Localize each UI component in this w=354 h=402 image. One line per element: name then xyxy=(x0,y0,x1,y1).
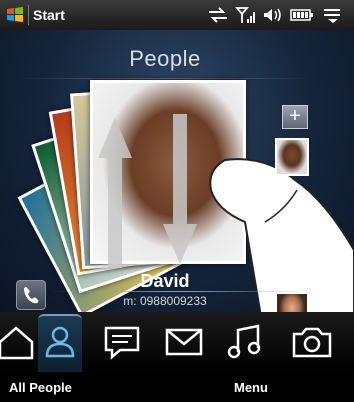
start-button[interactable]: Start xyxy=(33,7,65,23)
arrow-up-icon xyxy=(98,118,132,268)
contact-name: David xyxy=(140,271,190,291)
name-divider xyxy=(50,291,310,292)
people-panel: People + David m: 0988009233 xyxy=(0,30,354,312)
music-icon xyxy=(227,324,261,359)
favorite-contact-thumbnail[interactable] xyxy=(275,138,309,176)
menu-icon[interactable] xyxy=(322,6,344,24)
tab-bar xyxy=(0,312,354,374)
tab-mail[interactable] xyxy=(162,320,206,364)
home-icon xyxy=(0,326,34,360)
softkey-all-people[interactable]: All People xyxy=(9,380,72,395)
softkey-menu[interactable]: Menu xyxy=(234,380,268,395)
camera-icon xyxy=(292,327,332,358)
arrow-down-icon xyxy=(163,114,197,264)
battery-icon[interactable] xyxy=(290,6,314,24)
softkey-bar: All People Menu xyxy=(0,374,354,402)
mail-icon xyxy=(165,328,203,356)
tab-people[interactable] xyxy=(38,314,82,372)
sync-icon[interactable] xyxy=(207,6,229,24)
person-icon xyxy=(45,326,75,358)
tab-music[interactable] xyxy=(224,320,268,364)
status-divider xyxy=(28,5,29,25)
title-divider xyxy=(20,78,310,79)
contact-phone[interactable]: m: 0988009233 xyxy=(0,294,330,308)
message-icon xyxy=(104,326,140,360)
tab-photos[interactable] xyxy=(290,320,334,364)
page-title: People xyxy=(129,46,201,71)
tab-messages[interactable] xyxy=(100,320,144,364)
tab-home[interactable] xyxy=(0,320,38,364)
windows-flag-icon[interactable] xyxy=(6,6,24,24)
status-bar: Start xyxy=(0,0,354,30)
signal-icon[interactable] xyxy=(235,6,257,24)
add-contact-button[interactable]: + xyxy=(282,105,308,129)
speaker-icon[interactable] xyxy=(262,6,284,24)
